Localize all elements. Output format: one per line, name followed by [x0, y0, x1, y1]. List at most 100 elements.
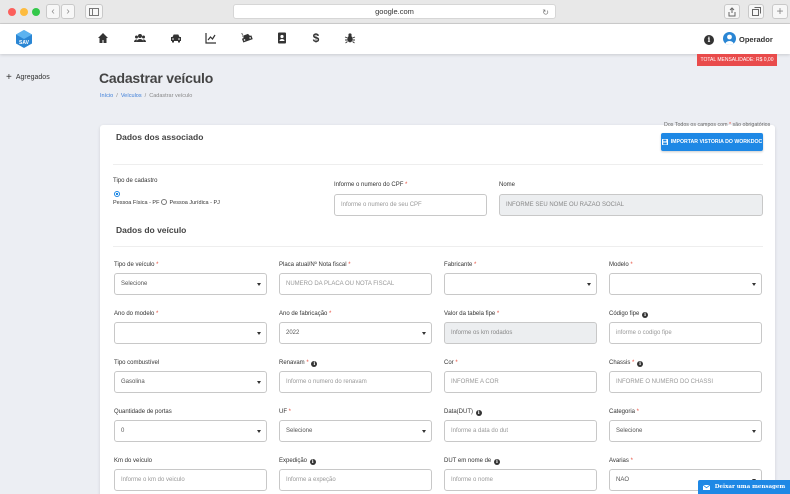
- field-label: Placa atual/Nº Nota fiscal *: [279, 262, 351, 268]
- minimize-window-icon[interactable]: [20, 8, 28, 16]
- svg-text:SAV: SAV: [19, 40, 30, 46]
- info-icon[interactable]: i: [475, 409, 482, 416]
- chevron-down-icon: [752, 283, 756, 286]
- chevron-down-icon: [257, 332, 261, 335]
- field-input[interactable]: INFORME O NUMERO DO CHASSI: [609, 371, 762, 393]
- section-title-associado: Dados dos associado: [116, 132, 204, 142]
- chevron-down-icon: [257, 381, 261, 384]
- pf-label: Pessoa Física - PF: [113, 200, 160, 206]
- chevron-down-icon: [587, 283, 591, 286]
- field-label: Km do veículo: [114, 458, 153, 464]
- user-avatar-icon[interactable]: [723, 32, 736, 45]
- forward-button[interactable]: ›: [61, 4, 75, 19]
- chevron-down-icon: [752, 430, 756, 433]
- new-tab-icon[interactable]: +: [772, 4, 788, 19]
- address-bar[interactable]: google.com ↻: [233, 4, 556, 19]
- info-icon[interactable]: i: [309, 458, 316, 465]
- tabs-overview-icon[interactable]: [748, 4, 764, 19]
- url-text: google.com: [375, 7, 414, 16]
- maximize-window-icon[interactable]: [32, 8, 40, 16]
- field-label: Quantidade de portas: [114, 409, 172, 415]
- sav-logo[interactable]: SAV: [14, 29, 34, 49]
- field-input[interactable]: INFORME A COR: [444, 371, 597, 393]
- chevron-down-icon: [422, 332, 426, 335]
- field-label: Expedição i: [279, 458, 316, 465]
- breadcrumb-current: Cadastrar veículo: [149, 93, 193, 99]
- chat-widget-button[interactable]: Deixar uma mensagem: [698, 480, 790, 494]
- field-label: Valor da tabela fipe *: [444, 311, 500, 317]
- info-icon[interactable]: i: [493, 458, 500, 465]
- field-label: Renavam * i: [279, 360, 318, 367]
- dollar-icon[interactable]: $: [309, 31, 323, 45]
- field-input[interactable]: Informe a expeção: [279, 469, 432, 491]
- field-select[interactable]: [114, 322, 267, 344]
- cpf-input[interactable]: Informe o numero de seu CPF: [334, 194, 487, 216]
- divider: [113, 164, 763, 165]
- tipo-cadastro-radios: Pessoa Física - PF Pessoa Jurídica - PJ: [113, 191, 220, 206]
- field-label: Ano do modelo *: [114, 311, 159, 317]
- info-icon[interactable]: i: [637, 360, 644, 367]
- close-window-icon[interactable]: [8, 8, 16, 16]
- car-crash-icon[interactable]: [240, 31, 254, 45]
- field-input[interactable]: Informe o km do veiculo: [114, 469, 267, 491]
- section-title-veiculo: Dados do veículo: [116, 225, 187, 235]
- chevron-down-icon: [257, 283, 261, 286]
- info-icon[interactable]: i: [704, 35, 714, 45]
- envelope-icon: [702, 484, 710, 490]
- field-select[interactable]: [609, 273, 762, 295]
- reload-icon[interactable]: ↻: [542, 6, 549, 20]
- field-select[interactable]: 2022: [279, 322, 432, 344]
- field-label: Fabricante *: [444, 262, 477, 268]
- field-label: Ano de fabricação *: [279, 311, 332, 317]
- sidebar-item-agregados[interactable]: + Agregados: [6, 72, 50, 83]
- breadcrumb-veiculos[interactable]: Veículos: [121, 93, 142, 99]
- field-label: Avarias *: [609, 458, 633, 464]
- info-icon[interactable]: i: [642, 311, 649, 318]
- tipo-cadastro-label: Tipo de cadastro: [113, 178, 158, 184]
- cpf-label: Informe o numero do CPF *: [334, 182, 408, 188]
- page-title: Cadastrar veículo: [99, 70, 214, 86]
- total-mensalidade-badge: TOTAL MENSALIDADE: R$ 0,00: [697, 54, 777, 66]
- user-name[interactable]: Operador: [739, 35, 773, 44]
- share-icon[interactable]: [724, 4, 740, 19]
- field-input[interactable]: Informe o numero do renavam: [279, 371, 432, 393]
- field-input[interactable]: Informe os km rodados: [444, 322, 597, 344]
- bug-icon[interactable]: [343, 31, 357, 45]
- home-icon[interactable]: [96, 31, 110, 45]
- radio-pf[interactable]: [114, 191, 120, 197]
- field-select[interactable]: Selecione: [114, 273, 267, 295]
- breadcrumb-inicio[interactable]: Início: [100, 93, 113, 99]
- field-label: Tipo de veículo *: [114, 262, 159, 268]
- field-label: DUT em nome de i: [444, 458, 500, 465]
- field-input[interactable]: Informe a data do dut: [444, 420, 597, 442]
- chevron-down-icon: [422, 430, 426, 433]
- radio-pj[interactable]: [161, 199, 168, 205]
- field-input[interactable]: informe o codigo fipe: [609, 322, 762, 344]
- import-vistoria-button[interactable]: IMPORTAR VISTORIA DO WORKDOC: [661, 133, 763, 151]
- field-label: Modelo *: [609, 262, 633, 268]
- contacts-icon[interactable]: [275, 31, 289, 45]
- car-icon[interactable]: [169, 31, 183, 45]
- field-label: Data(DUT) i: [444, 409, 482, 416]
- field-label: Código fipe i: [609, 311, 649, 318]
- field-label: Tipo combustível: [114, 360, 160, 366]
- info-icon[interactable]: i: [311, 360, 318, 367]
- field-select[interactable]: Gasolina: [114, 371, 267, 393]
- nome-label: Nome: [499, 182, 516, 188]
- back-button[interactable]: ‹: [46, 4, 60, 19]
- field-select[interactable]: Selecione: [609, 420, 762, 442]
- chart-icon[interactable]: [204, 31, 218, 45]
- field-input[interactable]: NUMERO DA PLACA OU NOTA FISCAL: [279, 273, 432, 295]
- field-input[interactable]: Informe o nome: [444, 469, 597, 491]
- app-navbar: SAV $ i Operador: [0, 24, 790, 54]
- floppy-icon: [661, 139, 668, 145]
- nome-input[interactable]: INFORME SEU NOME OU RAZAO SOCIAL: [499, 194, 763, 216]
- pj-label: Pessoa Jurídica - PJ: [169, 200, 220, 206]
- field-select[interactable]: Selecione: [279, 420, 432, 442]
- sidebar-toggle-icon[interactable]: [85, 4, 103, 19]
- field-select[interactable]: [444, 273, 597, 295]
- field-label: Chassis * i: [609, 360, 644, 367]
- users-icon[interactable]: [133, 31, 147, 45]
- import-vistoria-label: IMPORTAR VISTORIA DO WORKDOC: [670, 139, 763, 145]
- field-select[interactable]: 0: [114, 420, 267, 442]
